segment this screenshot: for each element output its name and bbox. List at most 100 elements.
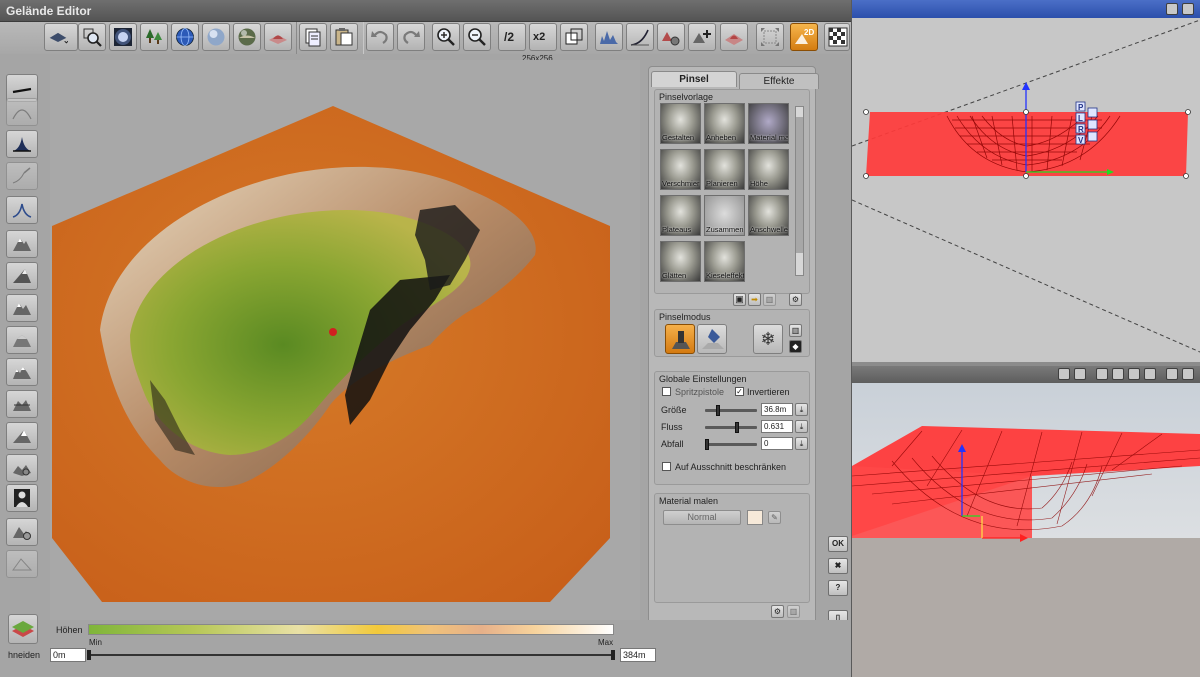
fit-button[interactable] <box>756 23 784 51</box>
size-reset-icon[interactable]: ⤓ <box>795 403 808 416</box>
preset-plateaus[interactable]: Plateaus <box>660 195 701 236</box>
falloff-reset-icon[interactable]: ⤓ <box>795 437 808 450</box>
material-pick-icon[interactable]: ✎ <box>768 511 781 524</box>
material-color-swatch[interactable] <box>747 510 763 525</box>
resize-button[interactable] <box>560 23 588 51</box>
flow-slider-knob[interactable] <box>735 422 739 433</box>
terrain-viewport[interactable] <box>50 60 640 620</box>
tool-peak-blue[interactable] <box>6 196 38 224</box>
preset-scrollbar[interactable] <box>795 106 804 276</box>
preset-material[interactable]: Material ma <box>748 103 789 144</box>
cut-range-track[interactable] <box>90 654 614 656</box>
tool-mountain-2[interactable] <box>6 262 38 290</box>
cut-max-field[interactable]: 384m <box>620 648 656 662</box>
preset-gestalten[interactable]: Gestalten <box>660 103 701 144</box>
vb-light-icon[interactable] <box>1144 368 1156 380</box>
invert-checkbox[interactable]: ✓ <box>735 387 744 396</box>
ok-button[interactable]: OK <box>828 536 848 552</box>
zoom-in-button[interactable] <box>432 23 460 51</box>
falloff-slider[interactable] <box>705 439 757 450</box>
falloff-slider-knob[interactable] <box>705 439 709 450</box>
tool-mountain-disabled[interactable] <box>6 550 38 578</box>
curve-button[interactable] <box>626 23 654 51</box>
vb-camera-icon[interactable] <box>1058 368 1070 380</box>
tool-smooth-peak[interactable] <box>6 98 38 126</box>
material-settings-icon[interactable]: ⚙ <box>771 605 784 618</box>
view-2d-button[interactable]: 2D <box>790 23 818 51</box>
tab-effekte[interactable]: Effekte <box>739 73 819 89</box>
tool-draw-curve[interactable] <box>6 162 38 190</box>
close-button[interactable]: ✖ <box>828 558 848 574</box>
size-slider-knob[interactable] <box>716 405 720 416</box>
zoom-out-button[interactable] <box>463 23 491 51</box>
layer-button[interactable] <box>8 614 38 644</box>
redo-button[interactable] <box>397 23 425 51</box>
terrain-cloth-button[interactable] <box>264 23 292 51</box>
restrict-checkbox[interactable] <box>662 462 671 471</box>
preset-verschmieren[interactable]: Verschmier <box>660 149 701 190</box>
flow-value[interactable]: 0.631 <box>761 420 793 433</box>
preset-glaetten[interactable]: Glätten <box>660 241 701 282</box>
terrain-flat-button[interactable] <box>720 23 748 51</box>
mode-trash-icon[interactable]: ▥ <box>789 324 802 337</box>
histogram-button[interactable] <box>595 23 623 51</box>
vb-grid-icon[interactable] <box>1112 368 1124 380</box>
tab-pinsel[interactable]: Pinsel <box>651 71 737 87</box>
preset-hoehe[interactable]: Höhe <box>748 149 789 190</box>
checker-button[interactable] <box>824 23 850 51</box>
falloff-value[interactable]: 0 <box>761 437 793 450</box>
sphere-shaded-button[interactable] <box>202 23 230 51</box>
vb-axis-icon[interactable] <box>1128 368 1140 380</box>
tool-mountain-4[interactable] <box>6 326 38 354</box>
bottom-viewport[interactable] <box>851 366 1200 677</box>
view-mode-dropdown[interactable] <box>44 23 78 51</box>
sphere-textured-button[interactable] <box>233 23 261 51</box>
viewport-settings-icon[interactable] <box>1166 3 1178 15</box>
save-preset-icon[interactable]: ▣ <box>733 293 746 306</box>
preset-planieren[interactable]: Planieren <box>704 149 745 190</box>
preset-anschwellen[interactable]: Anschwelle <box>748 195 789 236</box>
zoom-region-button[interactable] <box>78 23 106 51</box>
tool-mountain-8[interactable] <box>6 454 38 482</box>
preset-settings-icon[interactable]: ⚙ <box>789 293 802 306</box>
help-button[interactable]: ? <box>828 580 848 596</box>
vb-brush-icon[interactable] <box>1166 368 1178 380</box>
top-viewport[interactable]: P L R V <box>851 0 1200 362</box>
mode-raise-button[interactable] <box>665 324 695 354</box>
copy-button[interactable] <box>299 23 327 51</box>
mode-smooth-button[interactable] <box>697 324 727 354</box>
tool-person[interactable] <box>6 484 38 512</box>
trash-icon[interactable]: ▥ <box>763 293 776 306</box>
tool-mountain-5[interactable] <box>6 358 38 386</box>
tool-mountain-3[interactable] <box>6 294 38 322</box>
material-trash-icon[interactable]: ▥ <box>787 605 800 618</box>
tool-mountain-6[interactable] <box>6 390 38 418</box>
tool-mountain-1[interactable] <box>6 230 38 258</box>
paste-button[interactable] <box>330 23 358 51</box>
snowflake-button[interactable]: ❄ <box>753 324 783 354</box>
double-size-button[interactable]: x2 <box>529 23 557 51</box>
flow-reset-icon[interactable]: ⤓ <box>795 420 808 433</box>
undo-button[interactable] <box>366 23 394 51</box>
vb-maximize-icon[interactable] <box>1182 368 1194 380</box>
cut-min-field[interactable]: 0m <box>50 648 86 662</box>
arrow-right-icon[interactable]: ➡ <box>748 293 761 306</box>
vb-render-icon[interactable] <box>1096 368 1108 380</box>
tool-mountain-settings[interactable] <box>6 518 38 546</box>
scroll-thumb[interactable] <box>796 117 803 253</box>
material-mode-button[interactable]: Normal <box>663 510 741 525</box>
size-slider[interactable] <box>705 405 757 416</box>
terrain-settings-button[interactable] <box>657 23 685 51</box>
airbrush-checkbox[interactable] <box>662 387 671 396</box>
mode-diamond-icon[interactable]: ◆ <box>789 340 802 353</box>
half-size-button[interactable]: /2 <box>498 23 526 51</box>
globe-button[interactable] <box>171 23 199 51</box>
preset-kieseleffekt[interactable]: Kieseleffekt <box>704 241 745 282</box>
light-button[interactable] <box>109 23 137 51</box>
flow-slider[interactable] <box>705 422 757 433</box>
preset-anheben[interactable]: Anheben <box>704 103 745 144</box>
vb-fit-icon[interactable] <box>1074 368 1086 380</box>
trees-button[interactable] <box>140 23 168 51</box>
tool-peak[interactable] <box>6 130 38 158</box>
tool-mountain-7[interactable] <box>6 422 38 450</box>
